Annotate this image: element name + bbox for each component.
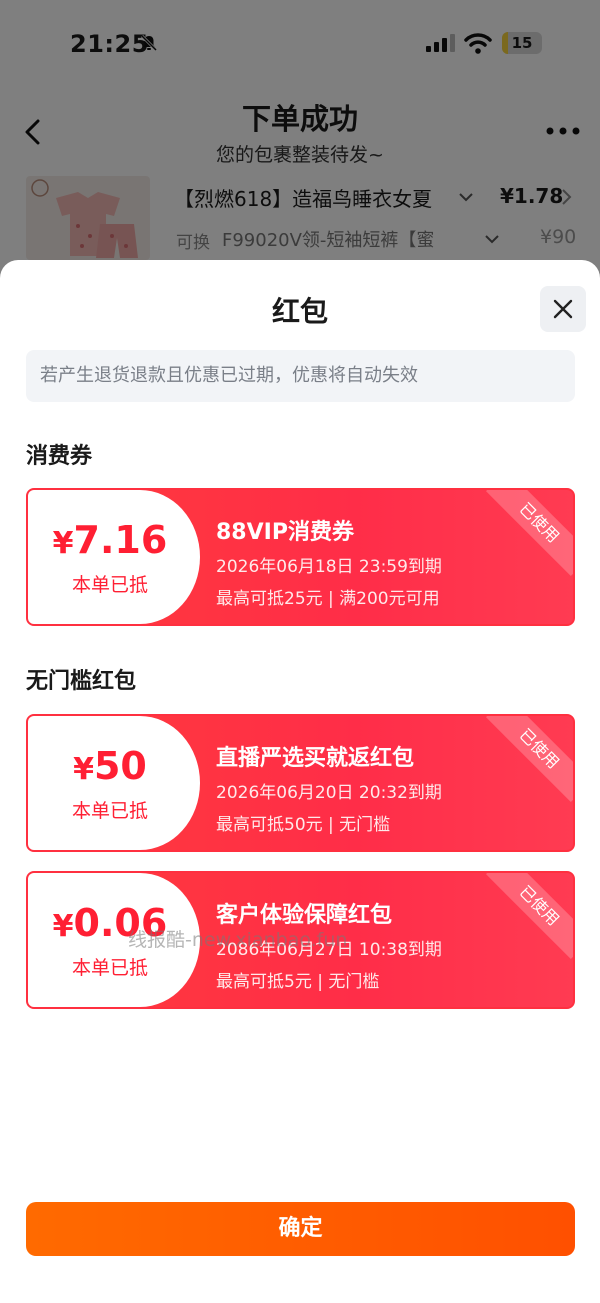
notice-banner: 若产生退货退款且优惠已过期，优惠将自动失效 xyxy=(26,350,575,402)
coupon-applied-label: 本单已抵 xyxy=(71,957,148,979)
coupon-amount: ¥7.16 xyxy=(52,518,168,562)
coupon-rule: 最高可抵25元 | 满200元可用 xyxy=(216,589,440,609)
coupon-card[interactable]: ¥7.16 本单已抵 88VIP消费券 2026年06月18日 23:59到期 … xyxy=(26,488,575,626)
close-button[interactable] xyxy=(540,286,586,332)
coupon-name: 直播严选买就返红包 xyxy=(216,746,415,771)
confirm-button[interactable]: 确定 xyxy=(26,1202,575,1256)
coupon-rule: 最高可抵50元 | 无门槛 xyxy=(216,815,391,835)
used-badge: 已使用 xyxy=(483,490,573,580)
coupon-applied-label: 本单已抵 xyxy=(71,800,148,822)
coupon-card[interactable]: ¥50 本单已抵 直播严选买就返红包 2026年06月20日 20:32到期 最… xyxy=(26,714,575,852)
sheet-title: 红包 xyxy=(271,295,328,328)
coupon-expiry: 2026年06月18日 23:59到期 xyxy=(216,557,442,577)
coupon-amount-panel: ¥7.16 本单已抵 xyxy=(28,490,200,624)
coupon-amount: ¥50 xyxy=(73,744,147,788)
used-badge: 已使用 xyxy=(483,716,573,806)
coupon-amount-panel: ¥50 本单已抵 xyxy=(28,716,200,850)
coupon-expiry: 2026年06月20日 20:32到期 xyxy=(216,783,442,803)
coupon-rule: 最高可抵5元 | 无门槛 xyxy=(216,972,380,992)
section-title-vouchers: 消费券 xyxy=(26,444,93,469)
used-badge: 已使用 xyxy=(483,873,573,963)
watermark: 线报酷-new.xianbao.fun xyxy=(128,929,348,951)
red-packet-sheet: 红包 若产生退货退款且优惠已过期，优惠将自动失效 消费券 ¥7.16 本单已抵 … xyxy=(0,260,600,1303)
coupon-name: 88VIP消费券 xyxy=(216,520,354,545)
coupon-applied-label: 本单已抵 xyxy=(71,574,148,596)
section-title-redpacks: 无门槛红包 xyxy=(26,669,137,694)
close-icon xyxy=(553,299,573,319)
